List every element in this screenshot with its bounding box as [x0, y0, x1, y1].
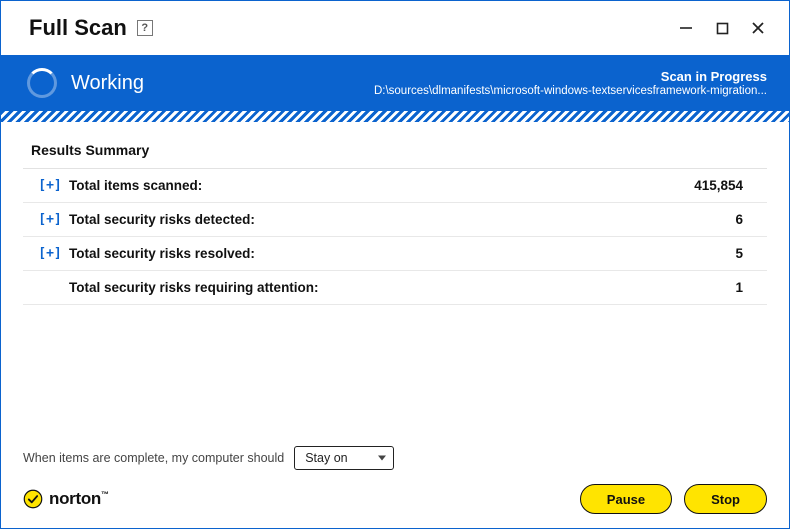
footer: When items are complete, my computer sho… — [1, 436, 789, 528]
results-row-risks-detected: [+] Total security risks detected: 6 — [23, 203, 767, 237]
brand-name: norton™ — [49, 489, 109, 509]
row-value: 5 — [735, 246, 743, 261]
on-complete-label: When items are complete, my computer sho… — [23, 451, 284, 465]
pause-button[interactable]: Pause — [580, 484, 672, 514]
footer-bar: norton™ Pause Stop — [23, 484, 767, 514]
progress-stripe — [1, 111, 789, 122]
results-row-risks-resolved: [+] Total security risks resolved: 5 — [23, 237, 767, 271]
results-row-risks-attention: Total security risks requiring attention… — [23, 271, 767, 305]
status-state: Working — [71, 72, 144, 95]
results-title: Results Summary — [23, 136, 767, 169]
expand-toggle[interactable]: [+] — [31, 246, 69, 261]
action-buttons: Pause Stop — [580, 484, 767, 514]
spinner-icon — [27, 68, 57, 98]
minimize-button[interactable] — [675, 17, 697, 39]
stop-button[interactable]: Stop — [684, 484, 767, 514]
window-title: Full Scan — [29, 15, 127, 41]
row-label: Total items scanned: — [69, 178, 202, 193]
results-panel: Results Summary [+] Total items scanned:… — [1, 122, 789, 436]
status-band: Working Scan in Progress D:\sources\dlma… — [1, 55, 789, 111]
brand-logo: norton™ — [23, 489, 109, 509]
maximize-button[interactable] — [711, 17, 733, 39]
row-value: 6 — [735, 212, 743, 227]
on-complete-select[interactable]: Stay on — [294, 446, 394, 470]
window-controls — [675, 17, 769, 39]
expand-toggle[interactable]: [+] — [31, 212, 69, 227]
row-label: Total security risks requiring attention… — [69, 280, 319, 295]
app-window: Full Scan ? Working Scan in Progress D:\… — [0, 0, 790, 529]
row-label: Total security risks resolved: — [69, 246, 255, 261]
results-row-items-scanned: [+] Total items scanned: 415,854 — [23, 169, 767, 203]
close-button[interactable] — [747, 17, 769, 39]
row-value: 415,854 — [694, 178, 743, 193]
on-complete-setting: When items are complete, my computer sho… — [23, 446, 767, 470]
titlebar: Full Scan ? — [1, 1, 789, 55]
expand-toggle[interactable]: [+] — [31, 178, 69, 193]
help-icon[interactable]: ? — [137, 20, 153, 36]
current-scan-path: D:\sources\dlmanifests\microsoft-windows… — [374, 85, 767, 97]
status-heading: Scan in Progress — [374, 69, 767, 84]
norton-checkmark-icon — [23, 489, 43, 509]
select-value: Stay on — [305, 451, 347, 465]
row-value: 1 — [735, 280, 743, 295]
row-label: Total security risks detected: — [69, 212, 255, 227]
status-details: Scan in Progress D:\sources\dlmanifests\… — [374, 69, 767, 97]
